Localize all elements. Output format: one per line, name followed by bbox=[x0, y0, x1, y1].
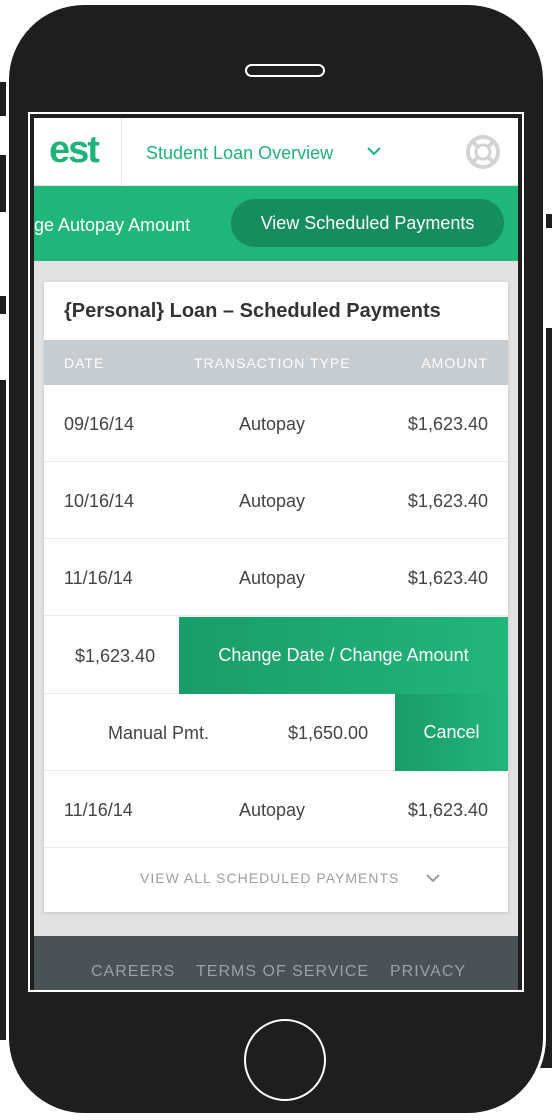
column-header-date: DATE bbox=[64, 355, 105, 371]
card-title: {Personal} Loan – Scheduled Payments bbox=[64, 300, 441, 322]
change-date-amount-button[interactable]: Change Date / Change Amount bbox=[179, 617, 508, 694]
loan-overview-dropdown[interactable]: Student Loan Overview bbox=[146, 142, 333, 164]
logo-cell: est bbox=[34, 118, 122, 186]
table-header: DATE TRANSACTION TYPE AMOUNT bbox=[44, 340, 508, 385]
table-row[interactable]: 09/16/14 Autopay $1,623.40 bbox=[44, 385, 508, 462]
row-amount: $1,623.40 bbox=[407, 414, 488, 434]
row-type: Autopay bbox=[239, 568, 306, 588]
row-type: Autopay bbox=[239, 414, 306, 434]
chevron-down-icon bbox=[426, 874, 440, 883]
app-viewport: est Student Loan Overview ge Autopay Amo… bbox=[34, 118, 518, 990]
row-date: 09/16/14 bbox=[64, 414, 135, 434]
row-amount: $1,623.40 bbox=[75, 646, 156, 666]
row-amount: $1,623.40 bbox=[407, 800, 488, 820]
row-amount: $1,623.40 bbox=[407, 568, 488, 588]
row-date: 10/16/14 bbox=[64, 491, 135, 511]
row-date: 11/16/14 bbox=[64, 800, 133, 820]
footer-link-privacy[interactable]: PRIVACY bbox=[390, 962, 466, 982]
table-row[interactable]: 10/16/14 Autopay $1,623.40 bbox=[44, 462, 508, 539]
home-button[interactable] bbox=[244, 1019, 326, 1101]
row-date: 11/16/14 bbox=[64, 568, 133, 588]
column-header-amount: AMOUNT bbox=[421, 355, 488, 371]
page-footer: CAREERS TERMS OF SERVICE PRIVACY bbox=[34, 936, 518, 990]
footer-link-terms-of-service[interactable]: TERMS OF SERVICE bbox=[196, 962, 369, 982]
phone-screen: est Student Loan Overview ge Autopay Amo… bbox=[28, 112, 524, 992]
view-all-scheduled-payments-link[interactable]: VIEW ALL SCHEDULED PAYMENTS bbox=[44, 848, 508, 912]
row-type: Autopay bbox=[239, 491, 306, 511]
footer-link-careers[interactable]: CAREERS bbox=[91, 962, 175, 982]
view-scheduled-payments-tab[interactable]: View Scheduled Payments bbox=[231, 199, 504, 247]
row-type: Manual Pmt. bbox=[108, 723, 210, 743]
scheduled-payments-card: {Personal} Loan – Scheduled Payments DAT… bbox=[44, 282, 508, 912]
row-type: Autopay bbox=[239, 800, 306, 820]
cancel-payment-button[interactable]: Cancel bbox=[395, 694, 508, 771]
top-navigation-bar: est Student Loan Overview bbox=[34, 118, 518, 186]
lifebuoy-icon[interactable] bbox=[466, 135, 500, 169]
phone-speaker bbox=[245, 64, 325, 77]
action-tab-bar: ge Autopay Amount View Scheduled Payment… bbox=[34, 186, 518, 261]
table-row[interactable]: 11/16/14 Autopay $1,623.40 bbox=[44, 539, 508, 616]
row-amount: $1,623.40 bbox=[407, 491, 488, 511]
view-all-label: VIEW ALL SCHEDULED PAYMENTS bbox=[140, 870, 400, 886]
row-amount: $1,650.00 bbox=[288, 723, 369, 743]
brand-logo[interactable]: est bbox=[49, 130, 100, 170]
swiped-table-row-manual[interactable]: Manual Pmt. $1,650.00 Cancel bbox=[44, 694, 508, 771]
chevron-down-icon[interactable] bbox=[367, 147, 381, 156]
change-autopay-amount-tab[interactable]: ge Autopay Amount bbox=[34, 214, 190, 236]
column-header-transaction-type: TRANSACTION TYPE bbox=[194, 355, 351, 371]
swiped-table-row[interactable]: $1,623.40 Change Date / Change Amount bbox=[44, 617, 508, 694]
table-row[interactable]: 11/16/14 Autopay $1,623.40 bbox=[44, 771, 508, 848]
